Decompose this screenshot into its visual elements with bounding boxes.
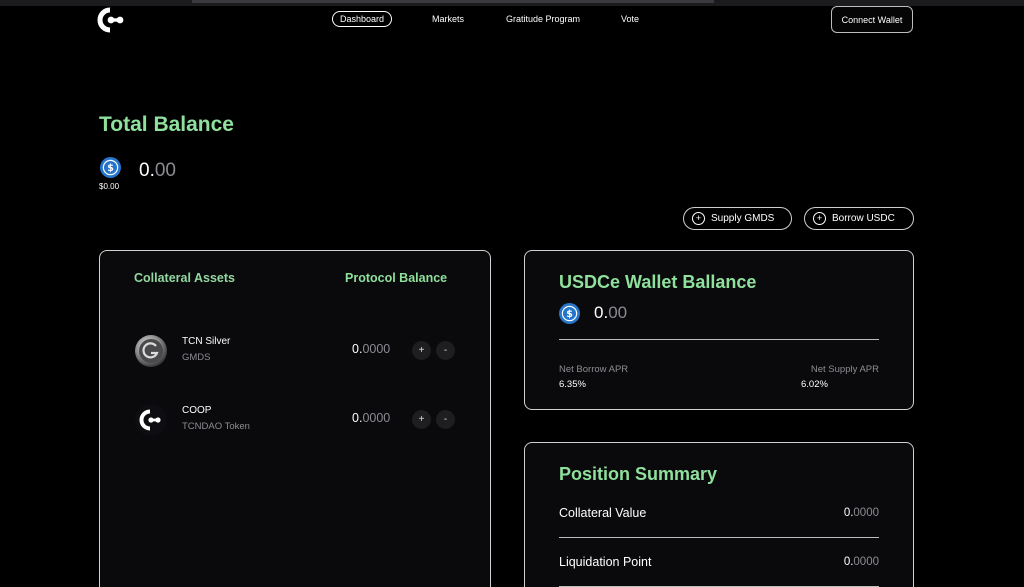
collateral-assets-panel: Collateral Assets Protocol Balance TCN S…: [99, 250, 491, 587]
position-summary-panel: Position Summary Collateral Value 0.0000…: [524, 442, 914, 587]
liquidation-point-label: Liquidation Point: [559, 555, 652, 569]
borrow-usdc-label: Borrow USDC: [832, 213, 895, 224]
tcn-silver-icon: [135, 335, 167, 367]
increase-button[interactable]: +: [412, 341, 431, 360]
liquidation-point-value: 0.0000: [844, 556, 879, 568]
amount-decimal: 00: [154, 160, 176, 181]
net-borrow-apr-value: 6.35%: [559, 379, 586, 390]
asset-symbol: TCNDAO Token: [182, 421, 250, 432]
total-balance-amount: 0.00: [139, 160, 176, 182]
decrease-button[interactable]: -: [436, 341, 455, 360]
net-borrow-apr-label: Net Borrow APR: [559, 364, 629, 375]
nav-dashboard[interactable]: Dashboard: [332, 11, 393, 27]
token-usd-value: $0.00: [99, 182, 120, 191]
coop-icon: [135, 404, 167, 436]
value-decimal: 0000: [853, 507, 879, 519]
net-supply-apr-value: 6.02%: [801, 379, 828, 390]
balance-decimal: 0000: [362, 342, 391, 356]
supply-gmds-label: Supply GMDS: [711, 213, 775, 224]
value-integer: 0.: [843, 507, 854, 519]
asset-balance: 0.0000: [352, 342, 390, 356]
collateral-value: 0.0000: [844, 507, 879, 519]
amount-integer: 0.: [594, 303, 609, 322]
increase-button[interactable]: +: [412, 410, 431, 429]
amount-integer: 0.: [139, 160, 155, 181]
asset-name: COOP: [182, 405, 212, 416]
usdc-icon: $: [559, 303, 580, 324]
svg-text:$: $: [566, 309, 573, 320]
protocol-balance-header: Protocol Balance: [345, 271, 448, 285]
usdc-icon: $: [100, 157, 121, 178]
nav-markets[interactable]: Markets: [432, 12, 464, 26]
usdce-wallet-panel: USDCe Wallet Ballance $ 0.00 Net Borrow …: [524, 250, 914, 410]
decrease-button[interactable]: -: [436, 410, 455, 429]
amount-decimal: 00: [608, 303, 628, 322]
balance-integer: 0.: [352, 411, 363, 425]
asset-balance: 0.0000: [352, 411, 390, 425]
balance-integer: 0.: [352, 342, 363, 356]
asset-row-coop: COOP TCNDAO Token 0.0000 + -: [134, 403, 460, 439]
wallet-balance-title: USDCe Wallet Ballance: [559, 272, 757, 292]
supply-gmds-button[interactable]: + Supply GMDS: [683, 207, 792, 230]
asset-row-tcn-silver: TCN Silver GMDS 0.0000 + -: [134, 334, 460, 370]
svg-text:$: $: [107, 163, 114, 174]
value-decimal: 0000: [853, 556, 879, 568]
asset-name: TCN Silver: [182, 336, 231, 347]
total-balance-title: Total Balance: [99, 113, 234, 136]
collateral-assets-header: Collateral Assets: [134, 271, 235, 285]
plus-icon: +: [813, 212, 826, 225]
nav-gratitude-program[interactable]: Gratitude Program: [506, 12, 580, 26]
wallet-balance-amount: 0.00: [594, 303, 627, 323]
position-summary-title: Position Summary: [559, 464, 718, 484]
divider: [559, 339, 879, 340]
collateral-value-label: Collateral Value: [559, 506, 647, 520]
net-supply-apr-label: Net Supply APR: [810, 364, 879, 375]
plus-icon: +: [692, 212, 705, 225]
asset-symbol: GMDS: [182, 352, 211, 363]
borrow-usdc-button[interactable]: + Borrow USDC: [804, 207, 914, 230]
divider: [559, 537, 879, 538]
balance-decimal: 0000: [362, 411, 391, 425]
connect-wallet-button[interactable]: Connect Wallet: [831, 6, 913, 33]
nav-vote[interactable]: Vote: [621, 12, 639, 26]
value-integer: 0.: [843, 556, 854, 568]
